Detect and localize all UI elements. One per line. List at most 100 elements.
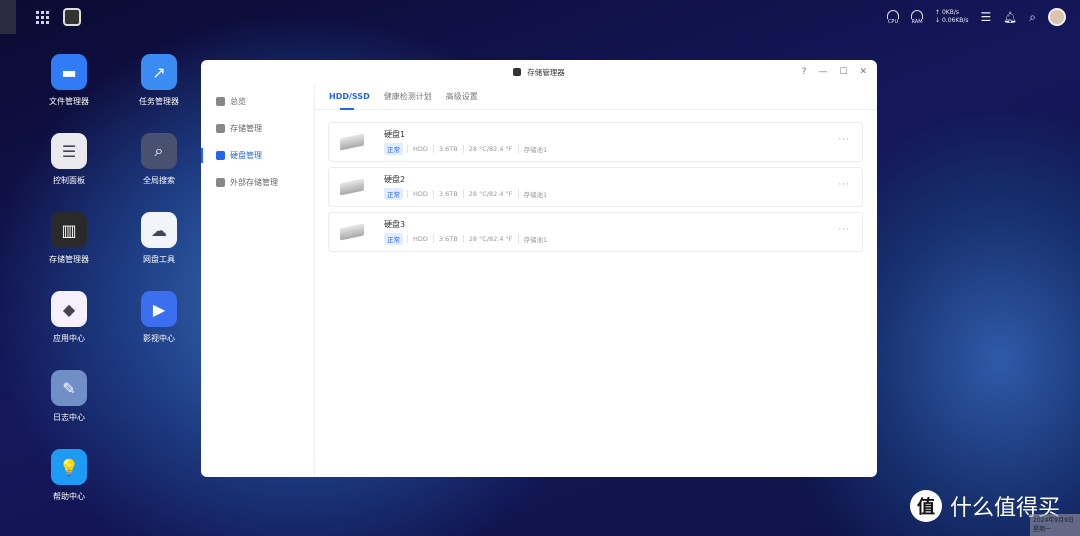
app-icon: ⌕ [141, 133, 177, 169]
desktop-icon[interactable]: ↗ 任务管理器 [114, 54, 204, 133]
disk-type: HDD [407, 235, 433, 243]
maximize-button[interactable]: ☐ [839, 67, 847, 77]
hard-disk-icon [340, 178, 364, 196]
sidebar-item-label: 外部存储管理 [230, 178, 278, 187]
disk-type: HDD [407, 190, 433, 198]
status-badge: 正常 [384, 233, 403, 245]
tab[interactable]: 高级设置 [446, 84, 478, 110]
sidebar-item-label: 总览 [230, 97, 246, 106]
desktop-icons: ▬ 文件管理器 ↗ 任务管理器 ☰ 控制面板 ⌕ 全局搜索 ▥ 存储管理器 ☁ 网盘工具 ◆ 应用中心 ▶ 影… [24, 54, 204, 528]
desktop-icon-label: 控制面板 [53, 176, 85, 185]
desktop-icon-label: 任务管理器 [139, 97, 179, 106]
app-icon: ▶ [141, 291, 177, 327]
disk-name: 硬盘1 [384, 130, 406, 139]
desktop-empty-slot [114, 370, 204, 449]
status-badge: 正常 [384, 188, 403, 200]
app-icon: ↗ [141, 54, 177, 90]
app-logo-icon [513, 68, 522, 76]
desktop-icon-label: 文件管理器 [49, 97, 89, 106]
storage-manager-taskbar-icon[interactable] [63, 8, 81, 26]
hard-disk-icon [340, 133, 364, 151]
app-icon: ☁ [141, 212, 177, 248]
sidebar-item[interactable]: 总览 [201, 88, 314, 115]
clock-date: 2024年9月9日 [1033, 517, 1074, 524]
disk-card[interactable]: 硬盘3 正常 HDD 3.6TB 28 °C/82.4 °F 存储池1 ··· [328, 212, 863, 252]
bell-icon[interactable]: 🔔︎ [1003, 11, 1017, 24]
cpu-label: CPU [887, 18, 899, 25]
disk-pool: 存储池1 [517, 144, 553, 154]
desktop-icon[interactable]: ⌕ 全局搜索 [114, 133, 204, 212]
desktop-icon[interactable]: ☁ 网盘工具 [114, 212, 204, 291]
network-speed[interactable]: ↑ 0KB/s ↓ 0.06KB/s [935, 9, 969, 25]
window-title: 存储管理器 [527, 67, 565, 77]
disk-name: 硬盘3 [384, 220, 406, 229]
desktop-icon[interactable]: ✎ 日志中心 [24, 370, 114, 449]
app-icon: ◆ [51, 291, 87, 327]
sidebar-item-label: 存储管理 [230, 124, 262, 133]
sidebar-item[interactable]: 硬盘管理 [201, 142, 314, 169]
app-icon: ▥ [51, 212, 87, 248]
sidebar-item-icon [216, 124, 225, 133]
disk-pool: 存储池1 [517, 189, 553, 199]
more-options-button[interactable]: ··· [838, 225, 850, 235]
upload-speed: ↑ 0KB/s [935, 9, 959, 16]
app-icon: ✎ [51, 370, 87, 406]
sidebar: 总览存储管理硬盘管理外部存储管理 [201, 84, 315, 477]
storage-manager-window: 存储管理器 ? — ☐ ✕ 总览存储管理硬盘管理外部存储管理 HDD/SSD 健康… [201, 60, 877, 477]
disk-name: 硬盘2 [384, 175, 406, 184]
search-icon[interactable]: ⌕ [1029, 10, 1036, 25]
disk-card[interactable]: 硬盘2 正常 HDD 3.6TB 28 °C/82.4 °F 存储池1 ··· [328, 167, 863, 207]
desktop-icon-label: 影视中心 [143, 334, 175, 343]
sidebar-item-icon [216, 178, 225, 187]
status-badge: 正常 [384, 143, 403, 155]
more-options-button[interactable]: ··· [838, 180, 850, 190]
tab[interactable]: 健康检测计划 [384, 84, 432, 110]
watermark-logo: 值 [910, 490, 942, 522]
disk-size: 3.6TB [432, 145, 463, 153]
hard-disk-icon [340, 223, 364, 241]
desktop-icon-label: 日志中心 [53, 413, 85, 422]
task-list-icon[interactable]: ☰ [981, 10, 992, 24]
disk-size: 3.6TB [432, 235, 463, 243]
more-options-button[interactable]: ··· [838, 135, 850, 145]
sidebar-item-label: 硬盘管理 [230, 151, 262, 160]
tab[interactable]: HDD/SSD [329, 84, 370, 110]
disk-temperature: 28 °C/82.4 °F [462, 190, 518, 198]
close-button[interactable]: ✕ [859, 67, 867, 77]
download-speed: ↓ 0.06KB/s [935, 17, 969, 24]
disk-temperature: 28 °C/82.4 °F [462, 145, 518, 153]
main-content: HDD/SSD 健康检测计划 高级设置 硬盘1 正常 HDD 3.6TB 28 °C… [315, 84, 877, 477]
sidebar-item-icon [216, 97, 225, 106]
clock-widget: 2024年9月9日 星期一 [1030, 514, 1080, 536]
app-grid-icon[interactable] [36, 10, 49, 24]
desktop-icon-label: 全局搜索 [143, 176, 175, 185]
top-bar: CPU RAM ↑ 0KB/s ↓ 0.06KB/s ☰ 🔔︎ ⌕ [0, 0, 1080, 34]
tab-bar: HDD/SSD 健康检测计划 高级设置 [315, 84, 877, 110]
sidebar-item[interactable]: 外部存储管理 [201, 169, 314, 196]
clock-weekday: 星期一 [1033, 526, 1052, 533]
desktop-icon-label: 网盘工具 [143, 255, 175, 264]
help-button[interactable]: ? [802, 67, 807, 77]
desktop-icon[interactable]: ◆ 应用中心 [24, 291, 114, 370]
desktop-icon[interactable]: ▥ 存储管理器 [24, 212, 114, 291]
sidebar-item[interactable]: 存储管理 [201, 115, 314, 142]
launcher-tab[interactable] [0, 0, 16, 34]
minimize-button[interactable]: — [818, 67, 827, 77]
app-icon: ▬ [51, 54, 87, 90]
app-icon: ☰ [51, 133, 87, 169]
desktop-icon-label: 存储管理器 [49, 255, 89, 264]
disk-card[interactable]: 硬盘1 正常 HDD 3.6TB 28 °C/82.4 °F 存储池1 ··· [328, 122, 863, 162]
desktop-icon[interactable]: ▶ 影视中心 [114, 291, 204, 370]
ram-gauge-icon[interactable]: RAM [911, 9, 924, 25]
desktop-icon[interactable]: 💡 帮助中心 [24, 449, 114, 528]
desktop-icon-label: 应用中心 [53, 334, 85, 343]
disk-size: 3.6TB [432, 190, 463, 198]
desktop-icon[interactable]: ▬ 文件管理器 [24, 54, 114, 133]
avatar[interactable] [1048, 8, 1066, 26]
disk-list: 硬盘1 正常 HDD 3.6TB 28 °C/82.4 °F 存储池1 ··· … [315, 122, 877, 252]
window-titlebar[interactable]: 存储管理器 ? — ☐ ✕ [201, 60, 877, 84]
cpu-gauge-icon[interactable]: CPU [887, 9, 900, 25]
app-icon: 💡 [51, 449, 87, 485]
desktop-icon[interactable]: ☰ 控制面板 [24, 133, 114, 212]
disk-type: HDD [407, 145, 433, 153]
